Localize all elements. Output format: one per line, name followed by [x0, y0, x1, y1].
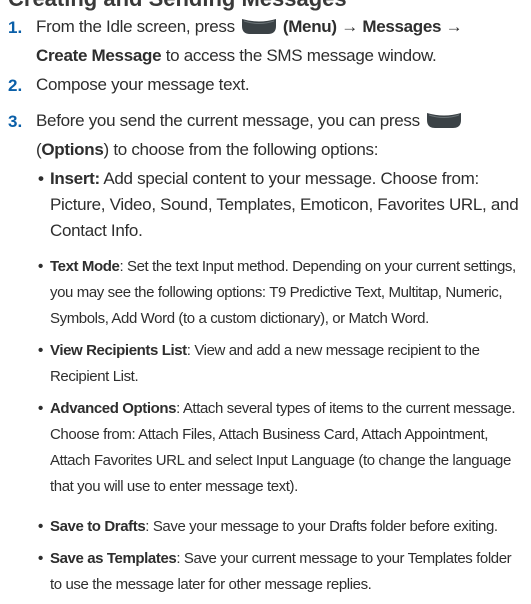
bullet-icon: •	[38, 258, 43, 275]
options-key-label: Options	[41, 140, 104, 159]
arrow-icon: →	[341, 17, 358, 36]
step-text-end: to access the SMS message window.	[165, 46, 437, 65]
option-desc: : Set the text Input method. Depending o…	[50, 258, 516, 327]
section-heading: Creating and Sending Messages	[8, 0, 347, 12]
option-title: Advanced Options	[50, 400, 177, 417]
step-text: From the Idle screen, press (Menu) → Mess…	[36, 14, 525, 69]
step-text-intro: From the Idle screen, press	[36, 17, 235, 36]
step-number: 3.	[8, 112, 23, 131]
bullet-icon: •	[38, 550, 43, 567]
option-title: Save to Drafts	[50, 518, 146, 535]
bullet-icon: •	[38, 169, 44, 188]
option-desc: : Save your message to your Drafts folde…	[145, 518, 498, 535]
bullet-icon: •	[38, 518, 43, 535]
create-message-label: Create Message	[36, 46, 162, 65]
bullet-icon: •	[38, 400, 43, 417]
left-soft-key-icon	[426, 111, 462, 137]
step-text-intro: Before you send the current message, you…	[36, 111, 420, 130]
step-number: 2.	[8, 76, 23, 95]
option-title: View Recipients List	[50, 342, 187, 359]
menu-key-label: (Menu)	[282, 17, 337, 36]
step-text: Before you send the current message, you…	[36, 108, 525, 163]
paren-close: )	[103, 140, 110, 159]
step-number: 1.	[8, 18, 23, 37]
option-insert: • Insert: Add special content to your me…	[38, 166, 525, 244]
step-text: Compose your message text.	[36, 75, 250, 94]
step-text-end: to choose from the following options:	[113, 140, 379, 159]
option-text-mode: • Text Mode: Set the text Input method. …	[38, 254, 525, 332]
manual-page: Creating and Sending Messages 1. From th…	[0, 0, 531, 604]
option-desc: Add special content to your message. Cho…	[50, 169, 519, 240]
option-title: Text Mode	[50, 258, 120, 275]
option-title: Save as Templates	[50, 550, 177, 567]
messages-menu-label: Messages	[362, 17, 442, 36]
option-title: Insert:	[50, 169, 100, 188]
option-save-drafts: • Save to Drafts: Save your message to y…	[38, 514, 525, 540]
bullet-icon: •	[38, 342, 43, 359]
option-view-recipients: • View Recipients List: View and add a n…	[38, 338, 525, 390]
arrow-icon: →	[445, 17, 463, 36]
option-advanced: • Advanced Options: Attach several types…	[38, 396, 525, 500]
left-soft-key-icon	[241, 17, 277, 43]
option-save-templates: • Save as Templates: Save your current m…	[38, 546, 525, 598]
